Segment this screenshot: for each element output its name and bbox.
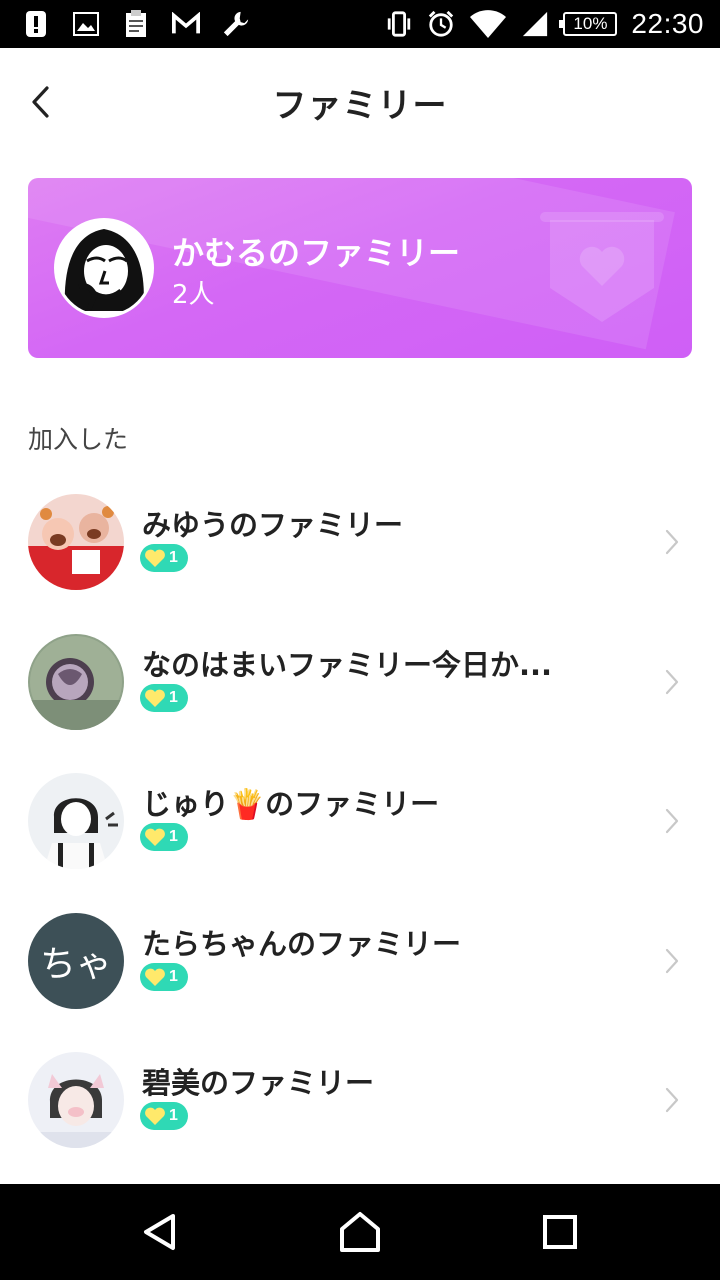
family-name: じゅり🍟のファミリー [142, 787, 440, 821]
app-header: ファミリー [0, 48, 720, 156]
member-count: 1 [169, 967, 178, 985]
vibrate-icon [385, 10, 413, 38]
chevron-right-icon [665, 669, 679, 694]
alarm-icon [427, 10, 455, 38]
member-count: 1 [169, 828, 178, 845]
chevron-right-icon [665, 529, 679, 555]
photo-avatar-image [28, 1052, 124, 1148]
member-count: 1 [169, 1107, 178, 1124]
banner-family-name: かむるのファミリー [172, 234, 461, 272]
wifi-icon [469, 10, 507, 38]
member-badge: 1 [140, 544, 188, 572]
chevron-right-icon [665, 808, 679, 834]
photo-avatar-image [28, 633, 124, 730]
clock: 22:30 [631, 8, 704, 39]
avatar [28, 494, 124, 590]
family-name: みゆうのファミリー [142, 508, 404, 542]
nav-recents-button[interactable] [534, 1206, 586, 1258]
list-item[interactable]: じゅり🍟のファミリー 1 [0, 755, 720, 895]
alert-icon [22, 10, 50, 38]
chevron-right-icon [665, 1087, 679, 1113]
avatar [28, 1052, 124, 1148]
chevron-right-icon [665, 948, 679, 973]
battery-indicator: 10% [559, 12, 618, 36]
family-list: みゆうのファミリー 1 なのはまいファミリー今日か... 1 じゅり🍟のファミリ… [0, 476, 720, 1174]
avatar [28, 633, 124, 730]
nav-home-button[interactable] [334, 1206, 386, 1258]
member-badge: 1 [140, 683, 188, 712]
banner-member-count: 2人 [172, 280, 215, 310]
photo-avatar-image [28, 494, 124, 590]
avatar-initials: ちゃ [39, 943, 112, 985]
wrench-icon [222, 10, 250, 38]
list-item[interactable]: 碧美のファミリー 1 [0, 1034, 720, 1174]
family-name: なのはまいファミリー今日か... [142, 647, 553, 682]
heart-icon [145, 968, 165, 986]
triangle-back-icon [144, 1214, 175, 1250]
avatar: ちゃ [28, 912, 124, 1009]
page-title: ファミリー [272, 86, 448, 126]
list-item[interactable]: みゆうのファミリー 1 [0, 476, 720, 616]
home-icon [340, 1212, 380, 1252]
heart-icon [145, 689, 165, 707]
member-badge: 1 [140, 823, 188, 851]
system-nav-bar [0, 1184, 720, 1280]
heart-icon [145, 549, 165, 567]
square-recents-icon [543, 1215, 577, 1249]
clipboard-icon [122, 10, 150, 38]
family-name: 碧美のファミリー [142, 1066, 375, 1100]
family-name: たらちゃんのファミリー [142, 926, 462, 961]
gmail-icon [172, 10, 200, 38]
portrait-avatar-image [57, 221, 151, 315]
section-label: 加入した [28, 425, 129, 454]
heart-icon [145, 1107, 165, 1125]
avatar [54, 218, 154, 318]
list-item[interactable]: ちゃ たらちゃんのファミリー 1 [0, 895, 720, 1035]
my-family-banner[interactable]: かむるのファミリー 2人 [28, 178, 692, 358]
list-item[interactable]: なのはまいファミリー今日か... 1 [0, 616, 720, 756]
signal-icon [521, 10, 549, 38]
status-bar: 10% 22:30 [0, 0, 720, 48]
photo-avatar-image [28, 773, 124, 869]
member-count: 1 [169, 688, 178, 706]
member-badge: 1 [140, 962, 188, 991]
member-count: 1 [169, 549, 178, 566]
family-emblem-icon [540, 212, 664, 328]
nav-back-button[interactable] [134, 1206, 186, 1258]
avatar [28, 773, 124, 869]
image-icon [72, 10, 100, 38]
member-badge: 1 [140, 1102, 188, 1130]
heart-icon [145, 828, 165, 846]
